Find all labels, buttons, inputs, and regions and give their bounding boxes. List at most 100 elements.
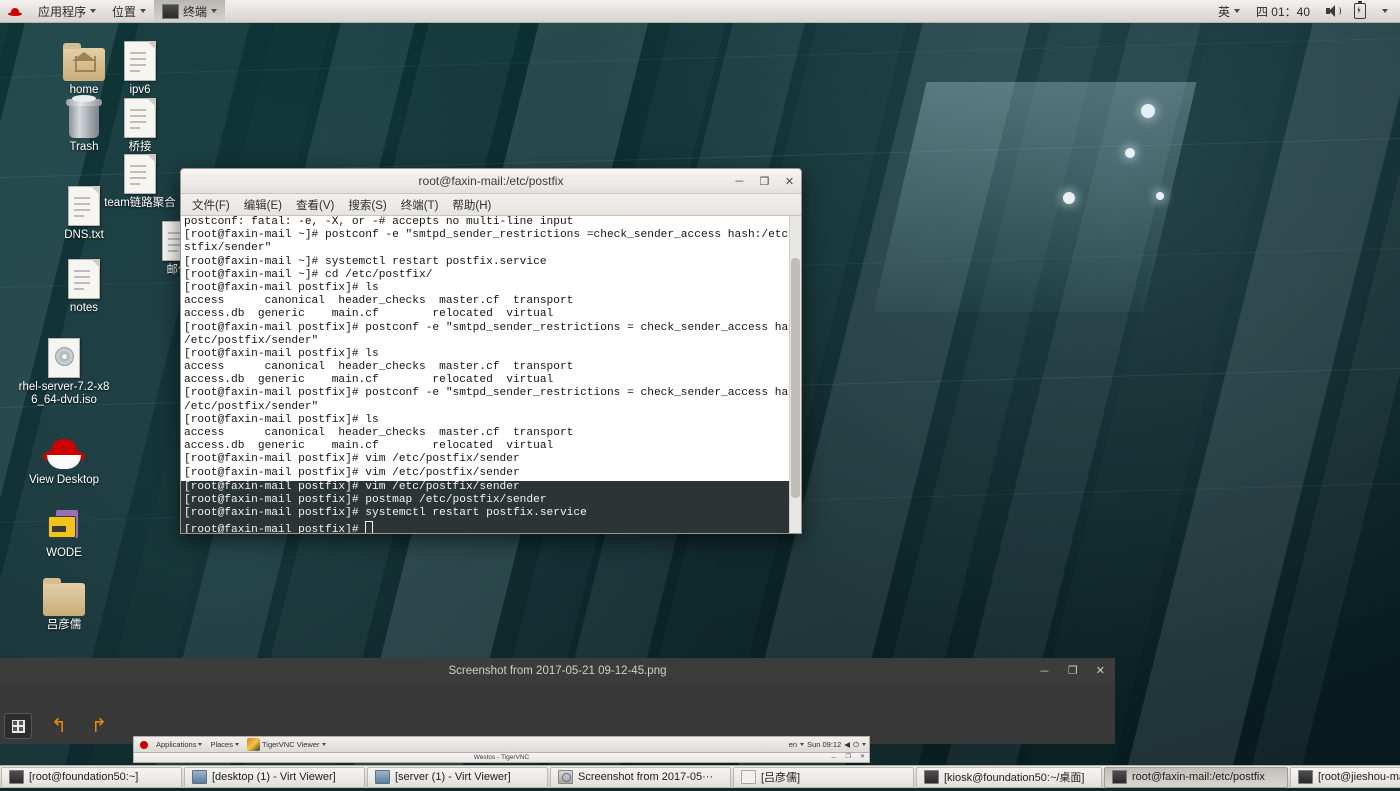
vnc-viewer-panel[interactable]: Applications Places TigerVNC Viewer en S… <box>133 736 870 763</box>
vnc-applications-menu[interactable]: Applications <box>152 740 206 749</box>
rotate-left-icon: ↰ <box>51 715 67 737</box>
desktop-icon-1[interactable]: ipv6 <box>92 35 188 97</box>
terminal-close-button[interactable]: ✕ <box>784 175 795 188</box>
gallery-toggle-button[interactable] <box>4 713 32 739</box>
folder-icon <box>43 578 85 616</box>
chevron-down-icon <box>1233 9 1240 13</box>
desktop-icon-glyph <box>16 425 112 471</box>
vnc-minimize-button[interactable]: － <box>831 753 837 762</box>
terminal-titlebar[interactable]: root@faxin-mail:/etc/postfix － ❐ ✕ <box>181 169 801 194</box>
clock[interactable]: 四 01：40 <box>1248 0 1318 22</box>
system-menu-button[interactable] <box>1374 0 1396 22</box>
taskbar-item-label: [kiosk@foundation50:~/桌面] <box>944 772 1085 784</box>
vnc-volume-icon[interactable]: ◀ <box>844 740 850 749</box>
terminal-output[interactable]: postconf: fatal: -e, -X, or -# accepts n… <box>181 216 801 533</box>
image-viewer-titlebar[interactable]: Screenshot from 2017-05-21 09-12-45.png … <box>0 658 1115 683</box>
image-viewer-window[interactable]: Screenshot from 2017-05-21 09-12-45.png … <box>0 658 1115 744</box>
terminal-icon <box>162 3 180 19</box>
vnc-input-method-label[interactable]: en <box>789 740 797 749</box>
desktop-icon-label: WODE <box>46 547 82 559</box>
image-viewer-maximize-button[interactable]: ❐ <box>1068 664 1078 677</box>
terminal-menu-1[interactable]: 编辑(E) <box>237 195 289 215</box>
redhat-icon <box>43 437 85 471</box>
taskbar-item-label: root@faxin-mail:/etc/postfix <box>1132 771 1265 783</box>
taskbar-item-7[interactable]: [root@jieshou-mail:/etc/po··· <box>1290 766 1400 788</box>
terminal-scrollbar[interactable] <box>789 216 801 533</box>
terminal-menu-2[interactable]: 查看(V) <box>289 195 341 215</box>
chevron-down-icon <box>211 9 218 13</box>
desktop-icon-glyph <box>92 92 188 138</box>
terminal-menu-3[interactable]: 搜索(S) <box>341 195 393 215</box>
terminal-line: [root@faxin-mail postfix]# postconf -e "… <box>184 321 801 334</box>
window-menu-terminal[interactable]: 终端 <box>154 0 226 22</box>
taskbar-item-1[interactable]: [desktop (1) - Virt Viewer] <box>184 766 365 788</box>
places-menu-label: 位置 <box>112 4 137 19</box>
input-method-indicator[interactable]: 英 <box>1210 0 1248 22</box>
terminal-line: [root@faxin-mail ~]# systemctl restart p… <box>184 255 547 268</box>
volume-icon <box>1326 5 1341 17</box>
taskbar-item-0[interactable]: [root@foundation50:~] <box>1 766 182 788</box>
applications-menu-label: 应用程序 <box>38 4 87 19</box>
desktop-icon-6[interactable]: notes <box>36 253 132 315</box>
taskbar-item-label: [吕彦儒] <box>761 772 801 784</box>
desktop-icon-9[interactable]: WODE <box>16 498 112 560</box>
desktop-icon-label: rhel-server-7.2-x86_64-dvd.iso <box>18 381 110 406</box>
rotate-left-button[interactable]: ↰ <box>46 714 72 738</box>
terminal-menu-0[interactable]: 文件(F) <box>185 195 237 215</box>
terminal-window[interactable]: root@faxin-mail:/etc/postfix － ❐ ✕ 文件(F)… <box>180 168 802 534</box>
chevron-down-icon <box>198 743 203 746</box>
window-menu-label: 终端 <box>183 4 208 19</box>
desktop-icon-5[interactable]: team链路聚合 <box>92 148 188 210</box>
vnc-window-titlebar[interactable]: Westos - TigerVNC － ❐ ✕ <box>133 753 870 763</box>
image-viewer-title: Screenshot from 2017-05-21 09-12-45.png <box>448 664 667 677</box>
vnc-power-icon[interactable]: ⏻ <box>853 740 859 750</box>
vnc-window-menu[interactable]: TigerVNC Viewer <box>243 738 330 751</box>
terminal-line: /etc/postfix/sender" <box>184 334 319 347</box>
desktop-icon-7[interactable]: rhel-server-7.2-x86_64-dvd.iso <box>16 332 112 407</box>
taskbar: [root@foundation50:~] [desktop (1) - Virt… <box>0 765 1400 788</box>
vnc-maximize-button[interactable]: ❐ <box>846 753 851 762</box>
taskbar-item-5[interactable]: [kiosk@foundation50:~/桌面] <box>916 766 1102 788</box>
vnc-clock-label[interactable]: Sun 09:12 <box>807 740 841 749</box>
terminal-cursor <box>365 520 374 533</box>
terminal-line: [root@faxin-mail postfix]# ls <box>184 413 379 426</box>
terminal-menu-5[interactable]: 帮助(H) <box>445 195 498 215</box>
taskbar-item-2[interactable]: [server (1) - Virt Viewer] <box>367 766 548 788</box>
terminal-line: postconf: fatal: -e, -X, or -# accepts n… <box>184 216 574 228</box>
taskbar-item-label: [root@foundation50:~] <box>29 771 139 783</box>
desktop-icon-label: DNS.txt <box>64 229 104 241</box>
desktop-icon-glyph <box>16 498 112 544</box>
terminal-line-selected: [root@faxin-mail postfix]# postmap /etc/… <box>184 494 547 507</box>
terminal-minimize-button[interactable]: － <box>734 173 745 189</box>
chevron-down-icon <box>90 9 97 13</box>
desktop-icon-10[interactable]: 吕彦儒 <box>16 570 112 632</box>
taskbar-item-3[interactable]: Screenshot from 2017-05··· <box>550 766 731 788</box>
image-viewer-minimize-button[interactable]: － <box>1039 663 1050 679</box>
volume-button[interactable] <box>1318 0 1346 22</box>
desktop-icon-3[interactable]: 桥接 <box>92 92 188 154</box>
terminal-line: access.db generic main.cf relocated virt… <box>184 308 554 321</box>
desktop-icon-glyph <box>16 332 112 378</box>
places-menu[interactable]: 位置 <box>104 0 154 22</box>
taskbar-item-4[interactable]: [吕彦儒] <box>733 766 914 788</box>
rotate-right-button[interactable]: ↱ <box>86 714 112 738</box>
desktop-icon-8[interactable]: View Desktop <box>16 425 112 487</box>
redhat-menu-button[interactable] <box>0 0 30 22</box>
battery-button[interactable] <box>1346 0 1374 22</box>
desktop-icon-label: team链路聚合 <box>104 197 176 209</box>
terminal-menu-4[interactable]: 终端(T) <box>394 195 446 215</box>
terminal-maximize-button[interactable]: ❐ <box>759 175 770 188</box>
terminal-scrollbar-thumb[interactable] <box>791 258 800 498</box>
applications-menu[interactable]: 应用程序 <box>30 0 104 22</box>
desktop-icon-glyph <box>16 570 112 616</box>
vnc-window-title: Westos - TigerVNC <box>473 754 530 761</box>
image-viewer-close-button[interactable]: ✕ <box>1096 664 1105 677</box>
taskbar-item-label: Screenshot from 2017-05··· <box>578 771 714 783</box>
taskbar-item-6[interactable]: root@faxin-mail:/etc/postfix <box>1104 766 1288 788</box>
chevron-down-icon <box>1382 9 1388 13</box>
vnc-places-menu[interactable]: Places <box>206 740 243 749</box>
redhat-logo-icon <box>8 4 22 18</box>
clock-label: 四 01：40 <box>1255 4 1310 19</box>
terminal-line: [root@faxin-mail postfix]# vim /etc/post… <box>184 466 520 479</box>
vnc-close-button[interactable]: ✕ <box>860 753 865 762</box>
